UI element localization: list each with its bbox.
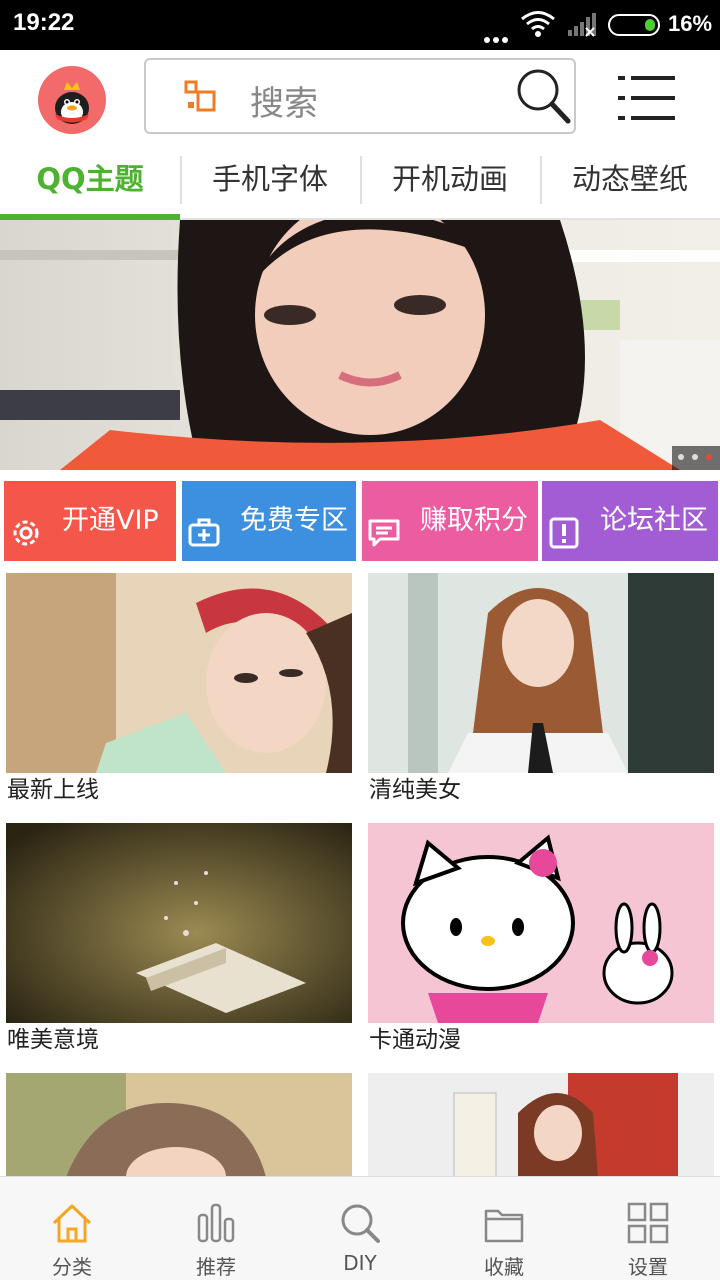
search-icon[interactable] — [514, 66, 572, 130]
bar-chart-icon — [194, 1201, 238, 1249]
home-icon — [50, 1201, 94, 1249]
category-image — [368, 1073, 714, 1177]
forum-label: 论坛社区 — [600, 505, 708, 536]
nav-recommend[interactable]: 推荐 — [144, 1177, 288, 1280]
search-box[interactable]: 搜索 — [144, 58, 576, 134]
category-image — [6, 1073, 352, 1177]
nav-favorites[interactable]: 收藏 — [432, 1177, 576, 1280]
nav-category[interactable]: 分类 — [0, 1177, 144, 1280]
free-zone-label: 免费专区 — [240, 505, 348, 536]
nav-label: 设置 — [628, 1255, 668, 1279]
vip-button[interactable]: 开通VIP — [4, 481, 176, 561]
earn-points-button[interactable]: 赚取积分 — [362, 481, 538, 561]
app-header: 搜索 — [0, 50, 720, 144]
nav-label: 分类 — [52, 1255, 92, 1279]
category-image — [6, 823, 352, 1023]
banner-image — [0, 220, 720, 470]
category-card-aesthetic[interactable]: 唯美意境 — [6, 823, 352, 1055]
wifi-icon — [520, 10, 556, 42]
signal-icon — [566, 12, 598, 42]
category-label: 卡通动漫 — [368, 1023, 714, 1055]
chat-icon — [366, 503, 402, 583]
gear-icon — [8, 503, 44, 583]
status-bar: 19:22 16% — [0, 0, 720, 50]
category-card-cartoon[interactable]: 卡通动漫 — [368, 823, 714, 1055]
nav-label: DIY — [343, 1251, 377, 1275]
category-card-6[interactable] — [368, 1073, 714, 1177]
status-time: 19:22 — [13, 9, 75, 36]
battery-icon — [608, 14, 660, 36]
tab-qq-theme[interactable]: QQ主题 — [0, 144, 180, 218]
category-label: 最新上线 — [6, 773, 352, 805]
tab-phone-font[interactable]: 手机字体 — [180, 144, 360, 218]
nav-label: 推荐 — [196, 1255, 236, 1279]
more-dots-icon — [484, 28, 511, 47]
category-tabs: QQ主题 手机字体 开机动画 动态壁纸 — [0, 144, 720, 220]
category-image — [368, 573, 714, 773]
search-input[interactable]: 搜索 — [250, 76, 318, 125]
folder-icon — [482, 1201, 526, 1249]
vip-label: 开通VIP — [62, 505, 159, 536]
search-icon — [338, 1201, 382, 1249]
category-card-latest[interactable]: 最新上线 — [6, 573, 352, 805]
category-card-pure[interactable]: 清纯美女 — [368, 573, 714, 805]
earn-points-label: 赚取积分 — [420, 505, 528, 536]
nav-label: 收藏 — [484, 1255, 524, 1279]
tab-live-wallpaper[interactable]: 动态壁纸 — [540, 144, 720, 218]
bottom-nav: 分类 推荐 DIY 收藏 设置 — [0, 1176, 720, 1280]
free-zone-button[interactable]: 免费专区 — [182, 481, 356, 561]
category-card-5[interactable] — [6, 1073, 352, 1177]
alert-icon — [546, 503, 582, 583]
scan-icon[interactable] — [184, 80, 218, 118]
banner-pager — [672, 446, 720, 470]
category-label: 唯美意境 — [6, 1023, 352, 1055]
nav-settings[interactable]: 设置 — [576, 1177, 720, 1280]
category-image — [368, 823, 714, 1023]
banner-carousel[interactable] — [0, 220, 720, 470]
forum-button[interactable]: 论坛社区 — [542, 481, 718, 561]
nav-diy[interactable]: DIY — [288, 1177, 432, 1280]
category-label: 清纯美女 — [368, 773, 714, 805]
penguin-icon — [55, 82, 89, 124]
medkit-icon — [186, 503, 222, 583]
grid-icon — [626, 1201, 670, 1249]
tab-boot-animation[interactable]: 开机动画 — [360, 144, 540, 218]
avatar[interactable] — [38, 66, 106, 134]
menu-icon[interactable] — [618, 74, 678, 126]
battery-percent: 16% — [668, 11, 713, 36]
category-image — [6, 573, 352, 773]
